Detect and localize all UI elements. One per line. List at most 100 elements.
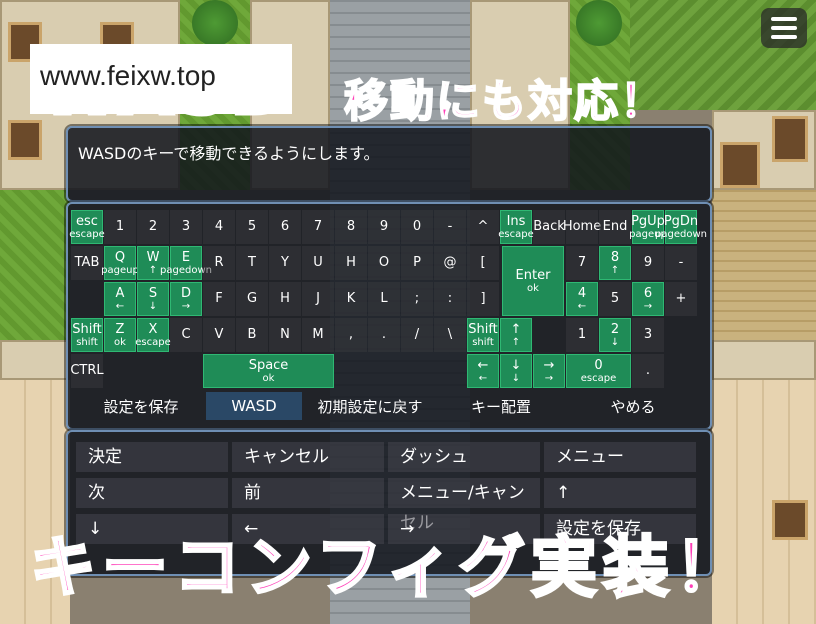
key-sublabel: ↑: [511, 336, 521, 348]
key[interactable]: 6 →: [632, 282, 664, 316]
key-label: Z: [115, 321, 125, 337]
key[interactable]: 8: [335, 210, 367, 244]
key[interactable]: V: [203, 318, 235, 352]
fence: [0, 340, 70, 380]
key[interactable]: H: [269, 282, 301, 316]
key[interactable]: Enter ok: [502, 246, 564, 316]
action-cell[interactable]: 決定: [76, 442, 228, 472]
key[interactable]: R: [203, 246, 235, 280]
key[interactable]: Ins escape: [498, 210, 534, 244]
key[interactable]: ;: [401, 282, 433, 316]
key[interactable]: 0: [401, 210, 433, 244]
key[interactable]: 1: [104, 210, 136, 244]
key[interactable]: 7: [566, 246, 598, 280]
key[interactable]: ,: [335, 318, 367, 352]
key[interactable]: 3: [632, 318, 664, 352]
key[interactable]: Qpageup: [101, 246, 139, 280]
key[interactable]: 3: [170, 210, 202, 244]
key[interactable]: Zok: [104, 318, 136, 352]
key-sublabel: ok: [527, 282, 539, 294]
key[interactable]: 7: [302, 210, 334, 244]
tree: [576, 0, 622, 46]
key[interactable]: /: [401, 318, 433, 352]
key-label: /: [414, 327, 420, 342]
key[interactable]: H: [335, 246, 367, 280]
key[interactable]: TAB: [71, 246, 103, 280]
window: [8, 120, 42, 160]
key[interactable]: 8 ↑: [599, 246, 631, 280]
key[interactable]: Back: [533, 210, 565, 244]
key[interactable]: Shift shift: [467, 318, 499, 352]
key[interactable]: O: [368, 246, 400, 280]
key[interactable]: ]: [467, 282, 499, 316]
key-sublabel: shift: [76, 336, 98, 348]
key[interactable]: 2: [137, 210, 169, 244]
key[interactable]: End: [599, 210, 631, 244]
key[interactable]: CTRL: [70, 354, 104, 388]
hamburger-icon[interactable]: [761, 8, 807, 48]
key[interactable]: 1: [566, 318, 598, 352]
key[interactable]: P: [401, 246, 433, 280]
key[interactable]: 9: [632, 246, 664, 280]
key[interactable]: Y: [269, 246, 301, 280]
key[interactable]: ↓ ↓: [500, 354, 532, 388]
key[interactable]: 9: [368, 210, 400, 244]
key[interactable]: D →: [170, 282, 202, 316]
key[interactable]: ^: [467, 210, 499, 244]
action-cell[interactable]: キャンセル: [232, 442, 384, 472]
command-item[interactable]: 設定を保存: [78, 392, 204, 420]
command-item[interactable]: 初期設定に戻す: [304, 392, 436, 420]
key[interactable]: Xescape: [135, 318, 171, 352]
command-item[interactable]: キー配置: [438, 392, 564, 420]
key[interactable]: M: [302, 318, 334, 352]
key[interactable]: [: [467, 246, 499, 280]
key-sublabel: escape: [498, 228, 534, 240]
key[interactable]: 4 ←: [566, 282, 598, 316]
key[interactable]: L: [368, 282, 400, 316]
key[interactable]: +: [665, 282, 697, 316]
key[interactable]: → →: [533, 354, 565, 388]
key[interactable]: .: [632, 354, 664, 388]
key[interactable]: F: [203, 282, 235, 316]
key[interactable]: B: [236, 318, 268, 352]
key[interactable]: G: [236, 282, 268, 316]
command-item[interactable]: やめる: [566, 392, 700, 420]
action-cell[interactable]: ダッシュ: [388, 442, 540, 472]
key[interactable]: J: [302, 282, 334, 316]
key-label: M: [312, 327, 324, 342]
action-cell[interactable]: 次: [76, 478, 228, 508]
key[interactable]: K: [335, 282, 367, 316]
key[interactable]: 6: [269, 210, 301, 244]
key[interactable]: -: [665, 246, 697, 280]
key[interactable]: A ←: [104, 282, 136, 316]
key[interactable]: Epagedown: [160, 246, 212, 280]
action-cell[interactable]: メニュー: [544, 442, 696, 472]
key[interactable]: 0 escape: [566, 354, 631, 388]
key[interactable]: :: [434, 282, 466, 316]
key[interactable]: 2 ↓: [599, 318, 631, 352]
key[interactable]: 4: [203, 210, 235, 244]
command-item[interactable]: WASD: [206, 392, 302, 420]
key[interactable]: .: [368, 318, 400, 352]
key[interactable]: esc escape: [69, 210, 105, 244]
key[interactable]: ↑ ↑: [500, 318, 532, 352]
action-cell[interactable]: メニュー/キャンセル: [388, 478, 540, 533]
key[interactable]: @: [434, 246, 466, 280]
key[interactable]: 5: [599, 282, 631, 316]
key[interactable]: C: [170, 318, 202, 352]
key[interactable]: Space ok: [203, 354, 334, 388]
key[interactable]: 5: [236, 210, 268, 244]
key[interactable]: U: [302, 246, 334, 280]
key[interactable]: Home: [563, 210, 601, 244]
key[interactable]: -: [434, 210, 466, 244]
key[interactable]: T: [236, 246, 268, 280]
key[interactable]: N: [269, 318, 301, 352]
key[interactable]: Shift shift: [71, 318, 103, 352]
action-cell[interactable]: 前: [232, 478, 384, 508]
action-cell[interactable]: ↑: [544, 478, 696, 508]
key-sublabel: ↓: [511, 372, 521, 384]
key[interactable]: S ↓: [137, 282, 169, 316]
key[interactable]: ← ←: [467, 354, 499, 388]
key[interactable]: PgDn pagedown: [655, 210, 707, 244]
key[interactable]: \: [434, 318, 466, 352]
